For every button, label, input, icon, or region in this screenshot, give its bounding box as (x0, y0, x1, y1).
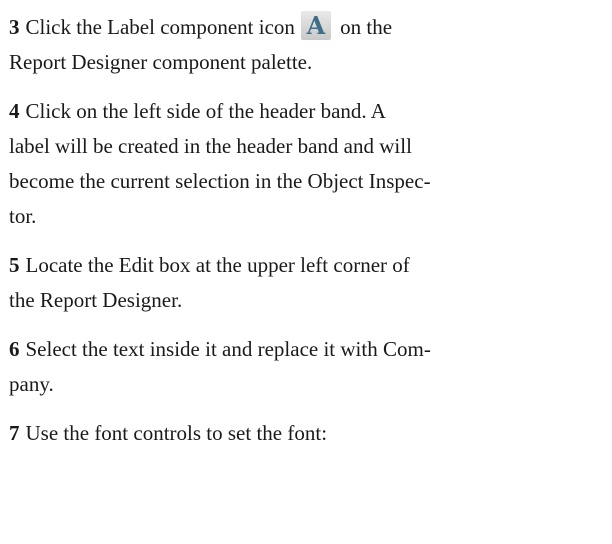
step-number: 7 (9, 421, 20, 445)
step-3-line-2: Report Designer component palette. (9, 50, 313, 74)
document-body: 3 Click the Label component icon A on the … (9, 10, 599, 465)
step-6: 6 Select the text inside it and replace i… (9, 332, 599, 402)
step-4-line-4: tor. (9, 204, 37, 228)
step-4-line-2: label will be created in the header band… (9, 134, 412, 158)
step-5-line-1: 5 Locate the Edit box at the upper left c… (9, 248, 599, 283)
step-text: on the (340, 15, 393, 39)
label-component-icon: A (300, 11, 331, 40)
label-icon-glyph: A (306, 11, 326, 40)
step-number: 5 (9, 253, 20, 277)
step-text: Click on the left side of the header ban… (25, 99, 386, 123)
step-number: 4 (9, 99, 20, 123)
step-5: 5 Locate the Edit box at the upper left c… (9, 248, 599, 318)
step-text: Locate the Edit box at the upper left co… (25, 253, 410, 277)
step-3-line-1: 3 Click the Label component icon A on the (9, 10, 599, 45)
step-3: 3 Click the Label component icon A on the … (9, 10, 599, 80)
step-4-line-1: 4 Click on the left side of the header ba… (9, 94, 599, 129)
step-text: Select the text inside it and replace it… (25, 337, 431, 361)
step-5-line-2: the Report Designer. (9, 288, 183, 312)
step-text: Click the Label component icon (25, 15, 295, 39)
step-7: 7 Use the font controls to set the font: (9, 416, 599, 451)
step-4: 4 Click on the left side of the header ba… (9, 94, 599, 234)
step-number: 3 (9, 15, 20, 39)
step-6-line-2: pany. (9, 372, 54, 396)
step-4-line-3: become the current selection in the Obje… (9, 169, 431, 193)
step-6-line-1: 6 Select the text inside it and replace i… (9, 332, 599, 367)
step-text: Use the font controls to set the font: (25, 421, 328, 445)
step-7-line-1: 7 Use the font controls to set the font: (9, 416, 599, 451)
step-number: 6 (9, 337, 20, 361)
